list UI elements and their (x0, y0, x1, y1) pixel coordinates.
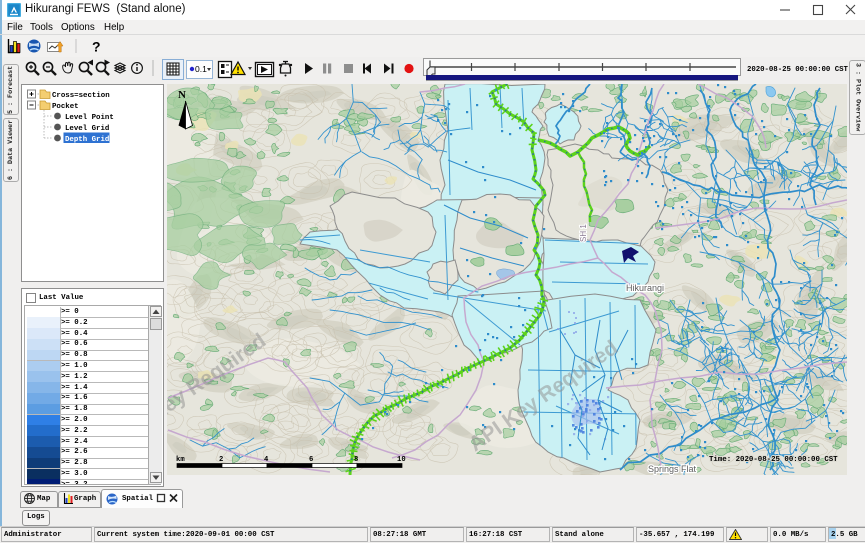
svg-text:2: 2 (219, 456, 223, 464)
svg-text:Cross=section: Cross=section (52, 92, 110, 100)
svg-text:Pocket: Pocket (52, 103, 79, 111)
svg-text:6: 6 (309, 456, 313, 464)
svg-text:km: km (176, 456, 185, 464)
svg-text:4: 4 (264, 456, 269, 464)
svg-text:8: 8 (354, 456, 358, 464)
svg-text:0.1: 0.1 (195, 64, 207, 74)
svg-text:Depth Grid: Depth Grid (65, 136, 109, 144)
svg-text:Level Grid: Level Grid (65, 125, 109, 133)
svg-text:Level Point: Level Point (65, 114, 114, 122)
svg-text:Springs Flat: Springs Flat (648, 464, 697, 474)
svg-text:SH 1: SH 1 (579, 224, 588, 242)
svg-text:10: 10 (397, 456, 406, 464)
svg-text:?: ? (92, 39, 101, 55)
svg-text:Hikurangi: Hikurangi (626, 283, 664, 293)
svg-text:Time: 2020-08-25 00:00:00 CST: Time: 2020-08-25 00:00:00 CST (709, 456, 838, 464)
svg-text:N: N (178, 89, 186, 101)
